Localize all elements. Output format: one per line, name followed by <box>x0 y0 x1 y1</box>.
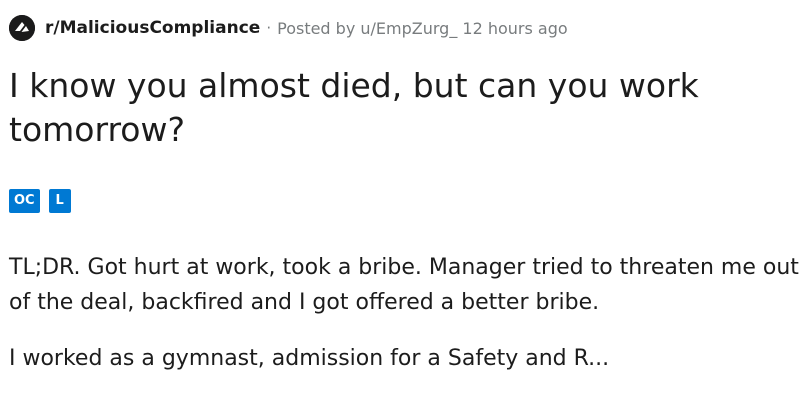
post-title[interactable]: I know you almost died, but can you work… <box>9 64 789 152</box>
subreddit-logo-graphic <box>9 15 35 41</box>
subreddit-avatar-icon[interactable] <box>9 15 35 41</box>
posted-by-line: Posted by u/EmpZurg_ 12 hours ago <box>277 19 568 38</box>
posted-by-label: Posted by <box>277 18 361 38</box>
post-body-paragraph-1: TL;DR. Got hurt at work, took a bribe. M… <box>9 255 799 315</box>
author-link[interactable]: u/EmpZurg_ <box>360 19 457 38</box>
post-flairs: OC L <box>9 189 71 213</box>
flair-oc[interactable]: OC <box>9 189 40 213</box>
post-meta: r/MaliciousCompliance · Posted by u/EmpZ… <box>9 14 568 42</box>
flair-l[interactable]: L <box>48 189 71 213</box>
post-body: TL;DR. Got hurt at work, took a bribe. M… <box>9 250 799 376</box>
post-time: 12 hours ago <box>457 18 568 38</box>
subreddit-name-link[interactable]: r/MaliciousCompliance <box>45 18 260 38</box>
reddit-post: r/MaliciousCompliance · Posted by u/EmpZ… <box>0 0 800 420</box>
post-body-paragraph-2: I worked as a gymnast, admission for a S… <box>9 346 610 371</box>
meta-separator: · <box>266 19 272 37</box>
